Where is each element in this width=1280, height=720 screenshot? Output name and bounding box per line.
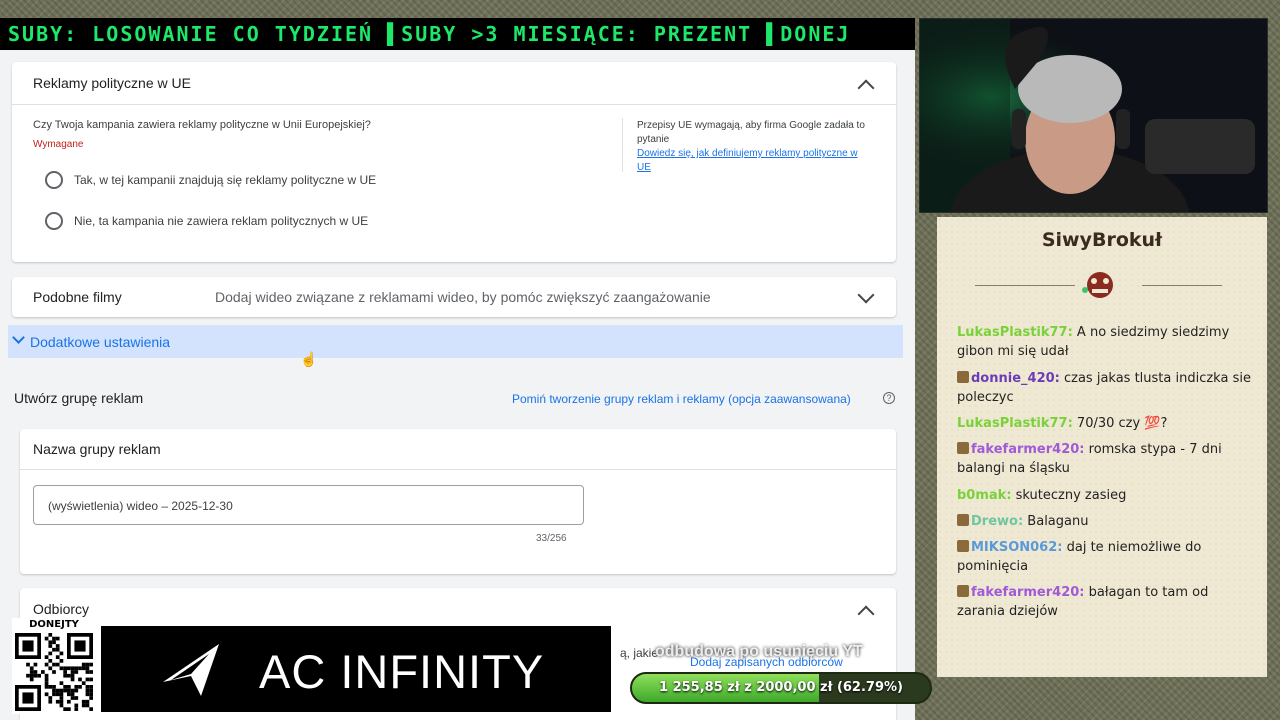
user-badge-icon bbox=[957, 514, 969, 526]
chat-username[interactable]: fakefarmer420: bbox=[971, 585, 1085, 600]
skip-adgroup-link[interactable]: Pomiń tworzenie grupy reklam i reklamy (… bbox=[512, 392, 851, 406]
divider bbox=[20, 469, 896, 470]
chat-message: donnie_420: czas jakas tlusta indiczka s… bbox=[957, 369, 1257, 407]
char-counter: 33/256 bbox=[536, 533, 567, 544]
help-icon[interactable]: ? bbox=[883, 392, 895, 404]
chat-message: fakefarmer420: romska stypa - 7 dni bala… bbox=[957, 440, 1257, 478]
chat-username[interactable]: Drewo: bbox=[971, 514, 1023, 529]
user-badge-icon bbox=[957, 442, 969, 454]
chat-divider-right bbox=[1142, 285, 1222, 286]
chat-message: b0mak: skuteczny zasieg bbox=[957, 486, 1257, 505]
user-badge-icon bbox=[957, 371, 969, 383]
chat-text: skuteczny zasieg bbox=[1011, 488, 1127, 503]
chat-title: SiwyBrokuł bbox=[1041, 229, 1163, 251]
similar-videos-card[interactable]: Podobne filmy Dodaj wideo związane z rek… bbox=[12, 277, 896, 317]
overlay-caption: odbudowa po usunięciu YT bbox=[655, 643, 863, 660]
chat-message: LukasPlastik77: A no siedzimy siedzimy g… bbox=[957, 323, 1257, 361]
chat-message: Drewo: Balaganu bbox=[957, 512, 1257, 531]
additional-settings-label[interactable]: Dodatkowe ustawienia bbox=[30, 334, 170, 350]
ticker-bar: SUBY: LOSOWANIE CO TYDZIEŃ ▌SUBY >3 MIES… bbox=[0, 18, 915, 50]
divider bbox=[12, 104, 896, 105]
audience-title: Odbiorcy bbox=[33, 601, 90, 617]
chat-text: 70/30 czy 💯? bbox=[1072, 416, 1168, 431]
streamer-image bbox=[920, 19, 1267, 212]
expand-chevron-icon[interactable] bbox=[857, 286, 875, 304]
chat-username[interactable]: LukasPlastik77: bbox=[957, 416, 1073, 431]
chat-username[interactable]: MIKSON062: bbox=[971, 540, 1062, 555]
radio-no[interactable] bbox=[45, 212, 63, 230]
ac-infinity-logo-icon bbox=[163, 644, 219, 696]
similar-videos-title: Podobne filmy bbox=[33, 289, 122, 305]
qr-code: DONEJTY bbox=[12, 618, 96, 714]
qr-label: DONEJTY bbox=[29, 619, 79, 630]
donation-progress-bar: 1 255,85 zł z 2000,00 zł (62.79%) bbox=[630, 672, 932, 704]
collapse-chevron-icon[interactable] bbox=[857, 79, 875, 97]
user-badge-icon bbox=[957, 540, 969, 552]
chat-panel: SiwyBrokuł LukasPlastik77: A no siedzimy… bbox=[937, 217, 1267, 677]
ticker-text: SUBY: LOSOWANIE CO TYDZIEŃ ▌SUBY >3 MIES… bbox=[8, 22, 851, 46]
option-yes-label[interactable]: Tak, w tej kampanii znajdują się reklamy… bbox=[74, 173, 376, 187]
similar-videos-description: Dodaj wideo związane z reklamami wideo, … bbox=[215, 289, 711, 305]
political-ads-card: Reklamy polityczne w UE Czy Twoja kampan… bbox=[12, 62, 896, 262]
collapse-chevron-icon[interactable] bbox=[857, 605, 875, 623]
qr-pattern bbox=[15, 633, 93, 711]
adgroup-heading: Utwórz grupę reklam bbox=[14, 390, 144, 406]
option-no-label[interactable]: Nie, ta kampania nie zawiera reklam poli… bbox=[74, 214, 368, 228]
additional-settings-bar[interactable]: Dodatkowe ustawienia bbox=[8, 325, 903, 358]
webcam-feed bbox=[919, 18, 1268, 213]
side-note: Przepisy UE wymagają, aby firma Google z… bbox=[637, 120, 865, 145]
vertical-divider bbox=[622, 118, 623, 172]
audience-partial-text: ą, jakie bbox=[620, 646, 659, 660]
progress-text: 1 255,85 zł z 2000,00 zł (62.79%) bbox=[659, 680, 903, 695]
adgroup-name-input[interactable]: (wyświetlenia) wideo – 2025-12-30 bbox=[33, 485, 584, 525]
chat-message: fakefarmer420: bałagan to tam od zarania… bbox=[957, 583, 1257, 621]
chat-text: Balaganu bbox=[1023, 514, 1089, 529]
ad-banner: AC INFINITY bbox=[101, 626, 611, 712]
adgroup-name-title: Nazwa grupy reklam bbox=[33, 441, 161, 457]
ads-screen: Reklamy polityczne w UE Czy Twoja kampan… bbox=[0, 50, 915, 720]
chat-message: MIKSON062: daj te niemożliwe do pominięc… bbox=[957, 538, 1257, 576]
required-label: Wymagane bbox=[33, 139, 84, 150]
ad-brand: AC INFINITY bbox=[259, 645, 545, 698]
adgroup-name-value: (wyświetlenia) wideo – 2025-12-30 bbox=[48, 499, 233, 513]
chat-message: LukasPlastik77: 70/30 czy 💯? bbox=[957, 414, 1257, 433]
chat-username[interactable]: b0mak: bbox=[957, 488, 1012, 503]
political-definition-link[interactable]: Dowiedz się, jak definiujemy reklamy pol… bbox=[637, 147, 872, 175]
chat-username[interactable]: fakefarmer420: bbox=[971, 442, 1085, 457]
user-badge-icon bbox=[957, 585, 969, 597]
chat-username[interactable]: donnie_420: bbox=[971, 371, 1060, 386]
chevron-down-icon bbox=[12, 331, 25, 344]
radio-yes[interactable] bbox=[45, 171, 63, 189]
political-ads-title: Reklamy polityczne w UE bbox=[33, 75, 191, 91]
adgroup-name-card: Nazwa grupy reklam (wyświetlenia) wideo … bbox=[20, 429, 896, 574]
hand-cursor-icon: ☝ bbox=[300, 351, 318, 367]
mascot-logo-icon bbox=[1082, 267, 1118, 301]
political-question: Czy Twoja kampania zawiera reklamy polit… bbox=[33, 119, 371, 131]
chat-username[interactable]: LukasPlastik77: bbox=[957, 325, 1073, 340]
chat-divider-left bbox=[975, 285, 1075, 286]
